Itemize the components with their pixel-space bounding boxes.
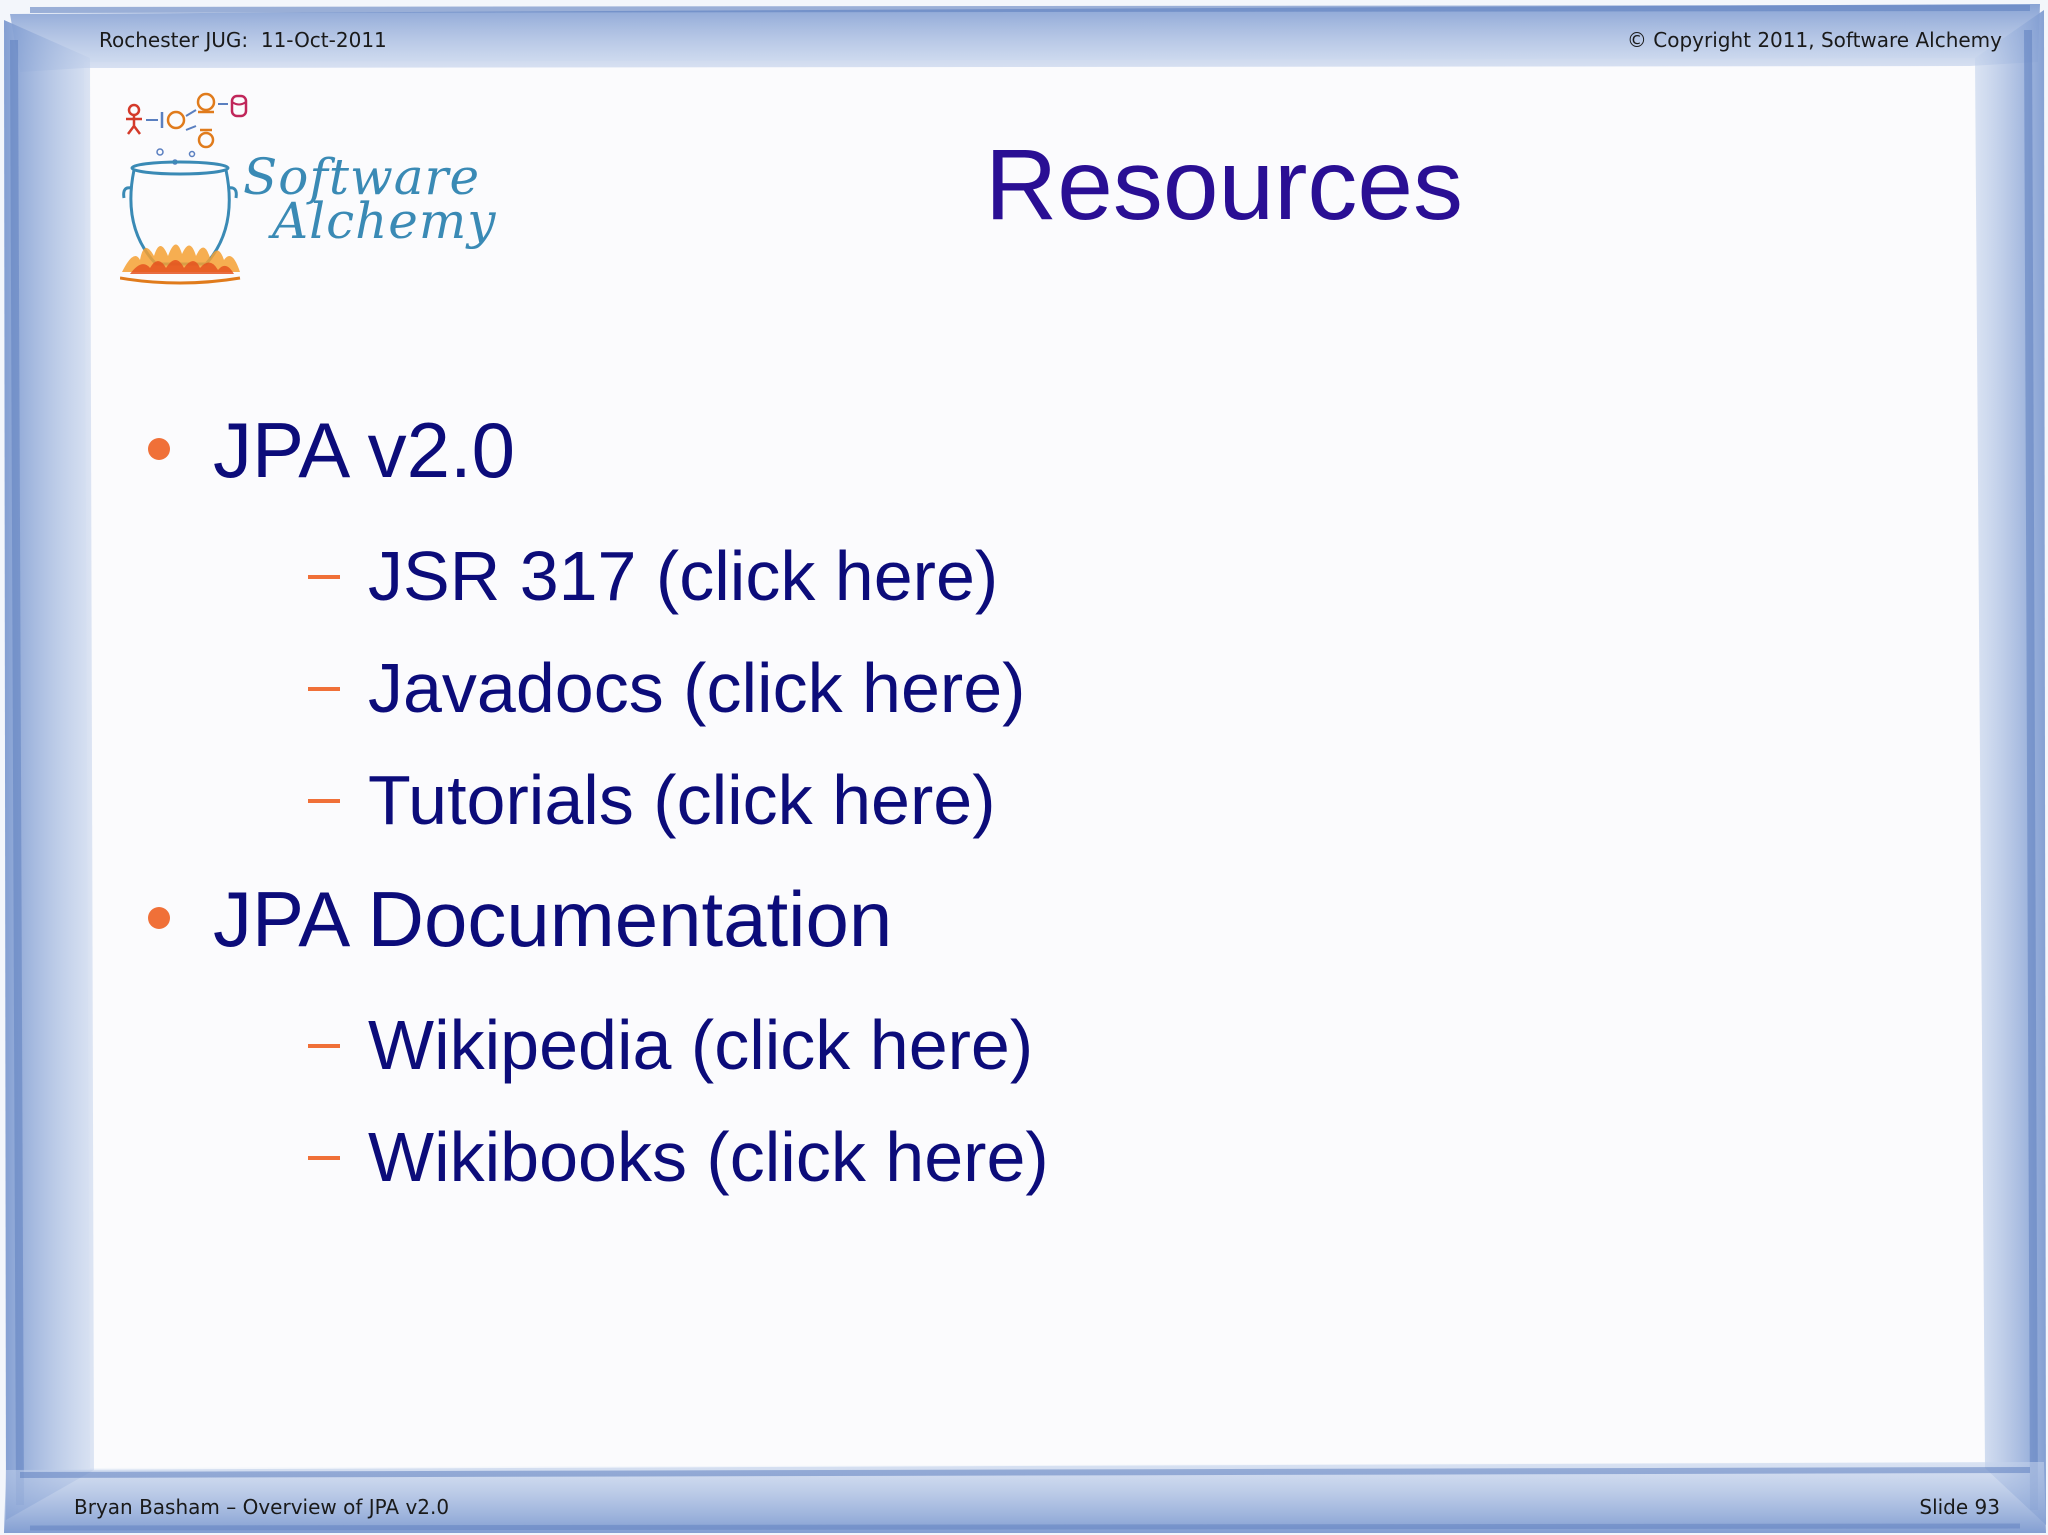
footer-author: Bryan Basham – Overview of JPA v2.0 [74, 1495, 450, 1519]
link-label[interactable]: Wikipedia (click here) [368, 1005, 1033, 1085]
dash-icon [308, 799, 340, 803]
footer-slide-number: Slide 93 [1919, 1495, 2000, 1519]
slide-content: JPA v2.0 JSR 317 (click here) Javadocs (… [0, 0, 2048, 1535]
link-label[interactable]: Tutorials (click here) [368, 760, 996, 840]
link-label[interactable]: Wikibooks (click here) [368, 1117, 1049, 1197]
slide: Rochester JUG: 11-Oct-2011 © Copyright 2… [0, 0, 2048, 1535]
dash-icon [308, 687, 340, 691]
bullet-dot-icon [148, 438, 170, 460]
bullet-label: JPA Documentation [213, 875, 893, 963]
bullet-dot-icon [148, 907, 170, 929]
dash-icon [308, 1156, 340, 1160]
link-label[interactable]: JSR 317 (click here) [368, 536, 998, 616]
bullet-label: JPA v2.0 [213, 406, 516, 494]
link-label[interactable]: Javadocs (click here) [368, 648, 1025, 728]
dash-icon [308, 1044, 340, 1048]
dash-icon [308, 575, 340, 579]
